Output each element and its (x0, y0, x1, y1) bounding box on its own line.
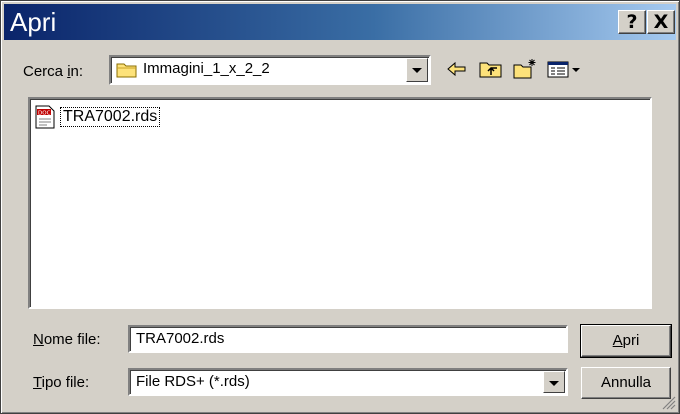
file-name-input[interactable]: TRA7002.rds (128, 325, 568, 353)
title-bar[interactable]: Apri ? X (4, 4, 676, 40)
file-list[interactable]: DOC TRA7002.rds (28, 97, 652, 309)
look-in-value: Immagini_1_x_2_2 (143, 60, 270, 77)
cancel-button[interactable]: Annulla (581, 367, 671, 399)
look-in-dropdown-button[interactable] (406, 58, 428, 82)
open-dialog: Apri ? X Cerca in: Immagini_1_x_2_2 DOC … (0, 0, 680, 414)
back-arrow-icon[interactable] (443, 57, 471, 81)
look-in-label: Cerca in: (23, 63, 84, 80)
svg-text:DOC: DOC (38, 110, 51, 116)
dialog-title: Apri (10, 7, 57, 37)
file-name-value: TRA7002.rds (136, 330, 225, 347)
file-name-label: Nome file: (33, 331, 101, 348)
help-button[interactable]: ? (618, 10, 646, 34)
file-type-label: Tipo file: (33, 374, 90, 391)
view-menu-icon[interactable] (545, 57, 585, 81)
file-type-combo[interactable]: File RDS+ (*.rds) (128, 368, 568, 396)
open-button[interactable]: Apri (581, 325, 671, 357)
up-folder-icon[interactable] (477, 57, 505, 81)
file-type-dropdown-button[interactable] (543, 371, 565, 393)
file-name: TRA7002.rds (60, 107, 161, 127)
close-button[interactable]: X (647, 10, 675, 34)
folder-icon (116, 63, 137, 78)
file-type-value: File RDS+ (*.rds) (136, 373, 250, 390)
resize-grip-icon[interactable] (662, 396, 676, 410)
look-in-combo[interactable]: Immagini_1_x_2_2 (109, 55, 431, 85)
doc-file-icon: DOC (35, 105, 55, 129)
new-folder-icon[interactable] (511, 57, 539, 81)
